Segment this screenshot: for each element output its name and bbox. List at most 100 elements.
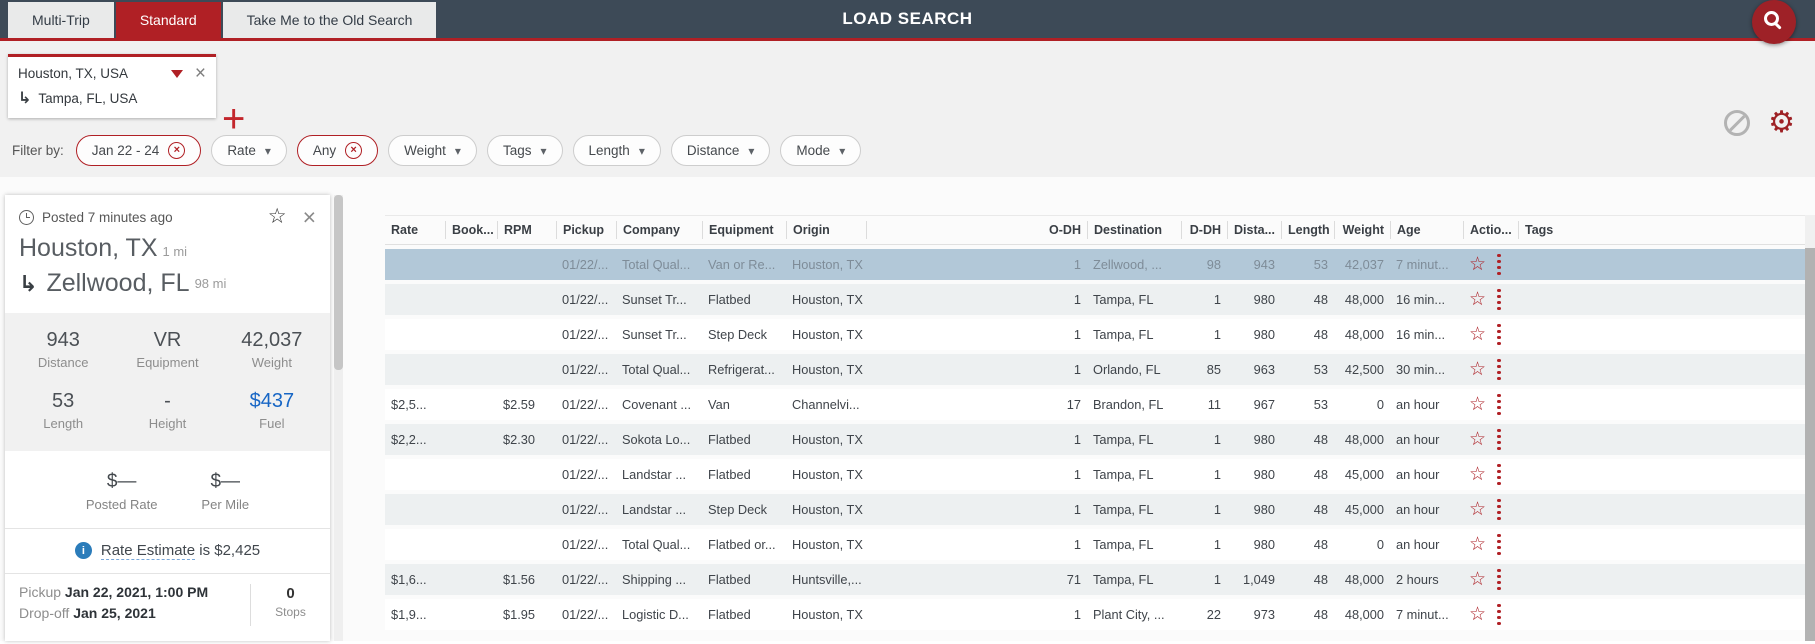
table-scrollbar-thumb[interactable] — [1805, 248, 1815, 641]
view-tab[interactable]: Multi-Trip — [8, 2, 114, 38]
favorite-star-icon[interactable]: ☆ — [1469, 255, 1486, 274]
trip-destination-label: Tampa, FL, USA — [38, 90, 138, 106]
favorite-star-icon[interactable]: ☆ — [1469, 290, 1486, 309]
cell-pickup: 01/22/... — [562, 432, 609, 447]
column-header[interactable]: Book... — [445, 221, 497, 239]
row-menu-icon[interactable] — [1497, 568, 1501, 591]
filter-pill[interactable]: Any × ▾ — [296, 135, 379, 166]
row-menu-icon[interactable] — [1497, 463, 1501, 486]
table-row[interactable]: 01/22/... Landstar ... Step Deck Houston… — [385, 494, 1805, 525]
stat-value: 53 — [52, 390, 75, 412]
row-menu-icon[interactable] — [1497, 288, 1501, 311]
trip-selector-card[interactable]: Houston, TX, USA × ↳ Tampa, FL, USA — [8, 54, 216, 118]
cell-origin: Houston, TX — [792, 292, 863, 307]
rate-estimate-link[interactable]: Rate Estimate — [100, 542, 196, 560]
row-menu-icon[interactable] — [1497, 498, 1501, 521]
row-menu-icon[interactable] — [1497, 323, 1501, 346]
cell-distance: 980 — [1253, 432, 1275, 447]
gear-icon[interactable]: ⚙ — [1768, 108, 1795, 138]
favorite-star-icon[interactable]: ☆ — [1469, 535, 1486, 554]
favorite-star-icon[interactable]: ☆ — [1469, 465, 1486, 484]
table-row[interactable]: 01/22/... Total Qual... Flatbed or... Ho… — [385, 529, 1805, 560]
cell-ddh: 11 — [1207, 397, 1221, 412]
favorite-star-icon[interactable]: ☆ — [1469, 570, 1486, 589]
favorite-star-icon[interactable]: ☆ — [268, 206, 287, 227]
filter-pill[interactable]: Rate × ▾ — [211, 135, 287, 166]
view-tab[interactable]: Take Me to the Old Search — [222, 2, 437, 38]
panel-scrollbar[interactable] — [334, 195, 343, 641]
favorite-star-icon[interactable]: ☆ — [1469, 395, 1486, 414]
table-scrollbar[interactable] — [1805, 215, 1815, 641]
filter-pill-label: Length — [588, 143, 630, 158]
stops-cell: 0 Stops — [250, 584, 330, 626]
row-menu-icon[interactable] — [1497, 253, 1501, 276]
favorite-star-icon[interactable]: ☆ — [1469, 360, 1486, 379]
column-header[interactable]: Equipment — [702, 221, 786, 239]
column-header[interactable]: Company — [616, 221, 702, 239]
column-header[interactable]: Origin — [786, 221, 866, 239]
info-icon[interactable]: i — [74, 542, 92, 559]
row-menu-icon[interactable] — [1497, 603, 1501, 626]
cell-pickup: 01/22/... — [562, 362, 609, 377]
cell-pickup: 01/22/... — [562, 327, 609, 342]
table-row[interactable]: 01/22/... Total Qual... Van or Re... Hou… — [385, 249, 1805, 280]
row-menu-icon[interactable] — [1497, 393, 1501, 416]
filter-pill[interactable]: Distance × ▾ — [670, 135, 771, 166]
clear-filter-icon[interactable]: × — [168, 142, 186, 159]
column-header[interactable]: Length — [1281, 221, 1334, 239]
filter-pill[interactable]: Weight × ▾ — [388, 135, 477, 166]
table-row[interactable]: 01/22/... Total Qual... Refrigerat... Ho… — [385, 354, 1805, 385]
column-header[interactable]: Tags — [1518, 221, 1805, 239]
table-row[interactable]: $1,9... $1.95 01/22/... Logistic D... Fl… — [385, 599, 1805, 630]
column-header[interactable]: Destination — [1087, 221, 1181, 239]
search-icon — [1764, 11, 1779, 26]
block-icon[interactable] — [1724, 110, 1751, 136]
column-header[interactable]: Dista... — [1227, 221, 1281, 239]
column-header[interactable]: Age — [1390, 221, 1463, 239]
view-tab[interactable]: Standard — [115, 2, 221, 38]
trip-origin-row[interactable]: Houston, TX, USA × — [18, 64, 206, 83]
cell-age: an hour — [1396, 502, 1440, 517]
column-header[interactable]: Weight — [1334, 221, 1390, 239]
filter-pill[interactable]: Jan 22 - 24 × ▾ — [75, 135, 202, 166]
row-menu-icon[interactable] — [1497, 428, 1501, 451]
cell-weight: 42,500 — [1344, 362, 1384, 377]
close-trip-icon[interactable]: × — [195, 64, 206, 83]
cell-company: Total Qual... — [622, 257, 691, 272]
table-row[interactable]: $2,5... $2.59 01/22/... Covenant ... Van… — [385, 389, 1805, 420]
column-header[interactable]: O-DH — [866, 221, 1087, 239]
favorite-star-icon[interactable]: ☆ — [1469, 325, 1486, 344]
chevron-down-icon: ▾ — [748, 143, 755, 158]
favorite-star-icon[interactable]: ☆ — [1469, 430, 1486, 449]
chevron-down-icon[interactable] — [170, 69, 183, 78]
column-header[interactable]: Actio... — [1463, 221, 1518, 239]
column-header[interactable]: Pickup — [556, 221, 616, 239]
stat-cell: 42,037 Weight — [220, 329, 324, 370]
table-row[interactable]: 01/22/... Landstar ... Flatbed Houston, … — [385, 459, 1805, 490]
close-icon[interactable]: × — [303, 206, 316, 229]
clear-filter-icon[interactable]: × — [345, 142, 363, 159]
filter-pill[interactable]: Mode × ▾ — [780, 135, 862, 166]
filter-pill[interactable]: Length × ▾ — [572, 135, 661, 166]
table-row[interactable]: 01/22/... Sunset Tr... Step Deck Houston… — [385, 319, 1805, 350]
table-row[interactable]: 01/22/... Sunset Tr... Flatbed Houston, … — [385, 284, 1805, 315]
add-trip-button[interactable]: + — [222, 99, 245, 139]
favorite-star-icon[interactable]: ☆ — [1469, 500, 1486, 519]
search-button[interactable] — [1752, 0, 1796, 44]
table-row[interactable]: $1,6... $1.56 01/22/... Shipping ... Fla… — [385, 564, 1805, 595]
row-menu-icon[interactable] — [1497, 533, 1501, 556]
filter-pill[interactable]: Tags × ▾ — [486, 135, 563, 166]
column-header[interactable]: Rate — [385, 221, 445, 239]
table-row[interactable]: $2,2... $2.30 01/22/... Sokota Lo... Fla… — [385, 424, 1805, 455]
column-header[interactable]: RPM — [497, 221, 556, 239]
stat-label: Fuel — [259, 416, 285, 431]
column-header[interactable]: D-DH — [1181, 221, 1227, 239]
load-detail-column: Posted 7 minutes ago ☆ × Houston, TX 1 mi… — [0, 177, 348, 641]
cell-distance: 980 — [1253, 327, 1275, 342]
row-menu-icon[interactable] — [1497, 358, 1501, 381]
panel-scrollbar-thumb[interactable] — [334, 195, 343, 370]
cell-distance: 967 — [1253, 397, 1275, 412]
dropoff-line: Drop-off Jan 25, 2021 — [19, 605, 242, 621]
favorite-star-icon[interactable]: ☆ — [1469, 605, 1486, 624]
cell-ddh: 1 — [1213, 467, 1221, 482]
